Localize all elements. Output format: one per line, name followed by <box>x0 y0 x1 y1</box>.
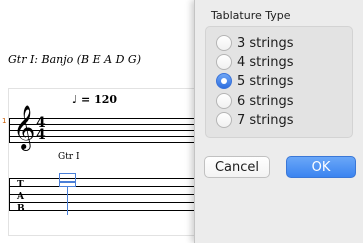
tab-letter-t: T <box>17 180 24 190</box>
time-signature-bottom: 4 <box>36 127 46 143</box>
tab-line <box>9 194 194 195</box>
tab-line <box>9 178 194 179</box>
treble-clef-icon: 𝄞 <box>13 105 36 149</box>
ok-button[interactable]: OK <box>286 156 356 178</box>
radio-6-strings[interactable]: 6 strings <box>216 92 294 110</box>
tab-letter-a: A <box>17 192 24 202</box>
tablature-type-dialog: Tablature Type 3 strings 4 strings 5 str… <box>194 0 363 243</box>
track-label: Gtr I <box>58 152 80 162</box>
tab-line <box>9 210 194 211</box>
tempo-marking: ♩ = 120 <box>72 93 118 106</box>
dialog-title: Tablature Type <box>211 9 291 22</box>
radio-label: 4 strings <box>237 54 294 70</box>
tab-line <box>9 202 194 203</box>
radio-3-strings[interactable]: 3 strings <box>216 34 294 52</box>
beat-cursor-line <box>67 187 68 215</box>
score-frame <box>8 88 195 236</box>
radio-7-strings[interactable]: 7 strings <box>216 111 294 129</box>
radio-label: 3 strings <box>237 35 294 51</box>
radio-button-icon[interactable] <box>216 35 232 51</box>
radio-5-strings[interactable]: 5 strings <box>216 72 294 90</box>
measure-number: 1 <box>2 117 7 125</box>
tab-letter-b: B <box>17 204 25 214</box>
radio-4-strings[interactable]: 4 strings <box>216 53 294 71</box>
radio-dot-icon <box>221 78 227 84</box>
radio-button-icon[interactable] <box>216 93 232 109</box>
radio-label: 6 strings <box>237 93 294 109</box>
score-page: Gtr I: Banjo (B E A D G) ♩ = 120 1 𝄞 4 4… <box>0 0 195 243</box>
staff-start-barline <box>9 118 10 143</box>
track-title: Gtr I: Banjo (B E A D G) <box>8 53 141 66</box>
tab-line <box>9 186 194 187</box>
cancel-button[interactable]: Cancel <box>204 156 270 178</box>
string-count-group: 3 strings 4 strings 5 strings 6 strings … <box>205 26 353 138</box>
radio-label: 5 strings <box>237 73 294 89</box>
radio-button-selected-icon[interactable] <box>216 73 232 89</box>
tab-start-barline <box>9 178 10 211</box>
radio-button-icon[interactable] <box>216 112 232 128</box>
radio-button-icon[interactable] <box>216 54 232 70</box>
radio-label: 7 strings <box>237 112 294 128</box>
